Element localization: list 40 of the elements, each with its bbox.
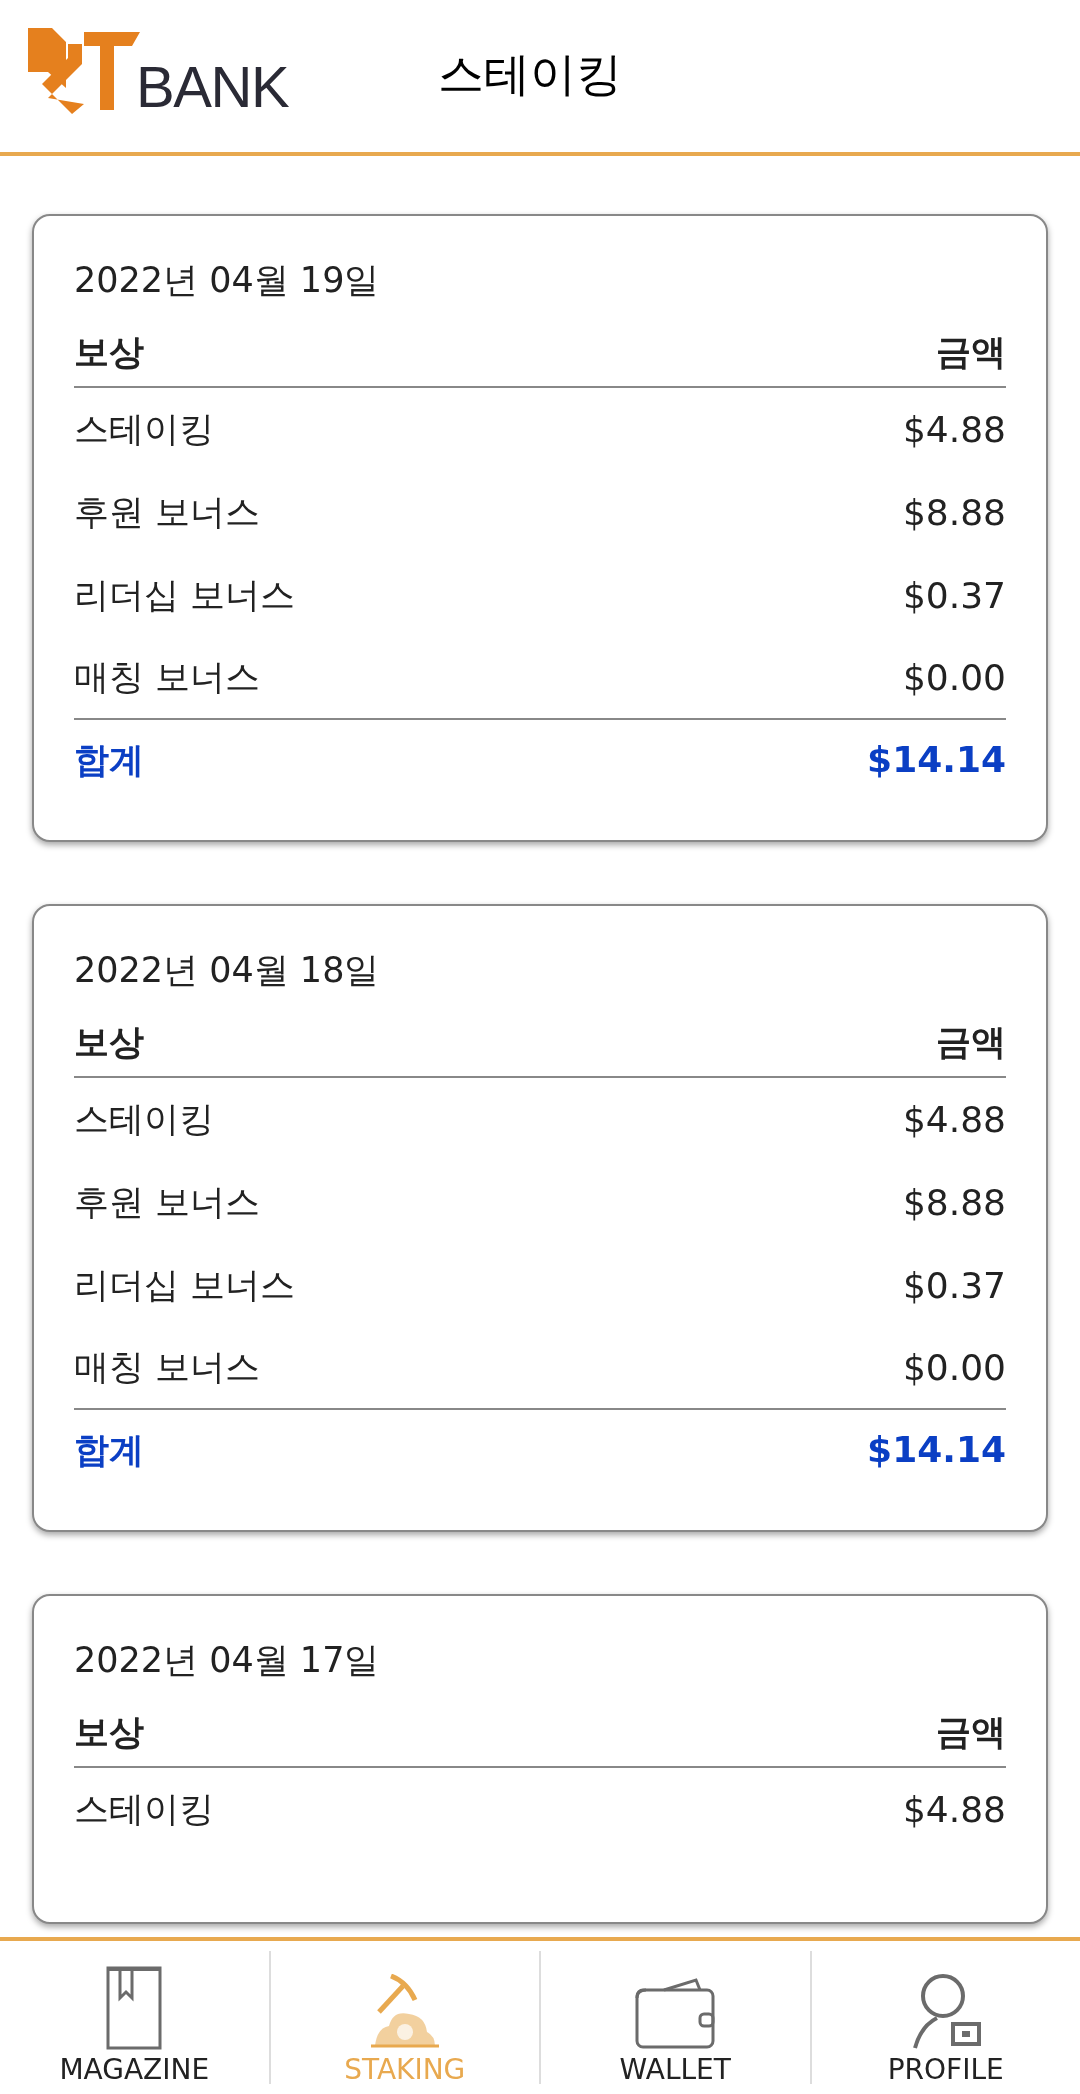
column-header: 금액 <box>936 332 1006 372</box>
reward-amount: $8.88 <box>902 490 1006 535</box>
total-amount: $14.14 <box>867 738 1006 782</box>
mining-icon <box>368 1974 441 2050</box>
wallet-icon <box>634 1978 717 2050</box>
reward-date: 2022년 04월 17일 <box>74 1640 381 1680</box>
total-label: 합계 <box>74 738 144 782</box>
reward-label: 스테이킹 <box>74 408 214 452</box>
nav-tab[interactable]: MAGAZINE <box>0 1951 269 2084</box>
reward-amount: $0.37 <box>902 573 1006 618</box>
logo-text: BANK <box>136 58 289 116</box>
reward-label: 매칭 보너스 <box>74 1346 261 1390</box>
reward-amount: $4.88 <box>902 1097 1006 1142</box>
reward-label: 후원 보너스 <box>74 491 261 535</box>
profile-icon <box>910 1974 981 2050</box>
column-header: 보상 <box>74 1022 144 1062</box>
reward-label: 스테이킹 <box>74 1788 214 1832</box>
reward-amount: $4.88 <box>902 1787 1006 1832</box>
reward-label: 리더십 보너스 <box>74 574 296 618</box>
reward-amount: $8.88 <box>902 1180 1006 1225</box>
reward-amount: $0.00 <box>902 1345 1006 1390</box>
reward-amount: $0.37 <box>902 1263 1006 1308</box>
nav-tab[interactable]: PROFILE <box>809 1951 1080 2084</box>
reward-label: 매칭 보너스 <box>74 656 261 700</box>
page-title: 스테이킹 <box>438 45 622 103</box>
nav-tab[interactable]: WALLET <box>539 1951 810 2084</box>
total-label: 합계 <box>74 1428 144 1472</box>
total-amount: $14.14 <box>867 1428 1006 1472</box>
reward-amount: $4.88 <box>902 407 1006 452</box>
column-header: 보상 <box>74 1712 144 1752</box>
reward-label: 스테이킹 <box>74 1098 214 1142</box>
column-header: 금액 <box>936 1022 1006 1062</box>
reward-date: 2022년 04월 18일 <box>74 950 381 990</box>
reward-label: 후원 보너스 <box>74 1181 261 1225</box>
book-icon <box>106 1964 163 2050</box>
reward-amount: $0.00 <box>902 655 1006 700</box>
reward-label: 리더십 보너스 <box>74 1264 296 1308</box>
reward-date: 2022년 04월 19일 <box>74 260 381 300</box>
column-header: 보상 <box>74 332 144 372</box>
column-header: 금액 <box>936 1712 1006 1752</box>
